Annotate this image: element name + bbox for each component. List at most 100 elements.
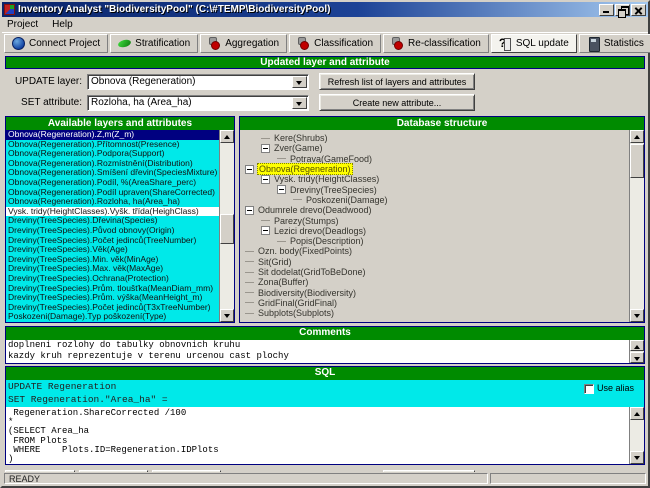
scroll-down-icon[interactable] [630, 352, 644, 363]
close-button[interactable] [631, 4, 646, 16]
collapse-icon[interactable] [245, 206, 254, 215]
layer-list-item[interactable]: Dreviny(TreeSpecies).Dřevina(Species) [6, 216, 219, 226]
comments-textarea[interactable]: doplneni rozlohy do tabulky obnovnich kr… [6, 340, 629, 363]
tree-node[interactable]: Lezici drevo(Deadlogs) [240, 226, 629, 236]
layer-list-item[interactable]: Obnova(Regeneration).Z,m(Z_m) [6, 130, 219, 140]
tree-node[interactable]: Zona(Buffer) [240, 277, 629, 287]
tree-node[interactable]: Poskozeni(Damage) [240, 195, 629, 205]
layers-scrollbar[interactable] [219, 130, 234, 322]
tree-node-label[interactable]: Sit(Grid) [257, 257, 293, 267]
tree-node[interactable]: Zver(Game) [240, 143, 629, 153]
tree-node[interactable]: Sit dodelat(GridToBeDone) [240, 267, 629, 277]
execute-sql-button[interactable]: Execute SQL [383, 470, 475, 473]
layer-list-item[interactable]: Dreviny(TreeSpecies).Ochrana(Protection) [6, 274, 219, 284]
tree-node-label[interactable]: Sit dodelat(GridToBeDone) [257, 267, 367, 277]
tree-node-label[interactable]: Popis(Description) [289, 236, 365, 246]
tab-aggregation[interactable]: Aggregation [200, 34, 287, 53]
tree-node-label[interactable]: Dreviny(TreeSpecies) [289, 185, 378, 195]
tree-node-label[interactable]: Poskozeni(Damage) [305, 195, 389, 205]
tree-node-label[interactable]: Vysk. tridy(HeightClasses) [273, 174, 380, 184]
tree-node[interactable]: Sit(Grid) [240, 257, 629, 267]
tree-node[interactable]: Kere(Shrubs) [240, 133, 629, 143]
tree-node[interactable]: Obnova(Regeneration) [240, 164, 629, 174]
layer-list-item[interactable]: Vysk. tridy(HeightClasses).Vyšk. třída(H… [6, 207, 219, 217]
collapse-icon[interactable] [261, 226, 270, 235]
collapse-icon[interactable] [245, 165, 254, 174]
load-sql-button[interactable]: Load SQL [152, 470, 221, 473]
layer-list-item[interactable]: Obnova(Regeneration).Rozmístnění(Distrib… [6, 159, 219, 169]
scroll-up-icon[interactable] [220, 130, 234, 143]
layer-list-item[interactable]: Obnova(Regeneration).Podíl, %(AreaShare_… [6, 178, 219, 188]
layer-list-item[interactable]: Obnova(Regeneration).Přítomnost(Presence… [6, 140, 219, 150]
layer-list-item[interactable]: Dreviny(TreeSpecies).Věk(Age) [6, 245, 219, 255]
tab-classification[interactable]: Classification [289, 34, 381, 53]
tree-node-label[interactable]: Parezy(Stumps) [273, 216, 340, 226]
layer-list-item[interactable]: Obnova(Regeneration).Smíšení dřevin(Spec… [6, 168, 219, 178]
layer-list-item[interactable]: Dreviny(TreeSpecies).Počet jedinců(TreeN… [6, 236, 219, 246]
scroll-up-icon[interactable] [630, 340, 644, 351]
collapse-icon[interactable] [261, 175, 270, 184]
sql-scrollbar[interactable] [629, 407, 644, 464]
tree-node-label[interactable]: Kere(Shrubs) [273, 133, 329, 143]
tab-statistics[interactable]: Statistics [579, 34, 650, 53]
create-attribute-button[interactable]: Create new attribute... [319, 94, 475, 111]
scroll-down-icon[interactable] [220, 309, 234, 322]
restore-button[interactable] [615, 4, 630, 16]
layer-list-item[interactable]: Dreviny(TreeSpecies).Počet jedinců(T3xTr… [6, 303, 219, 313]
minimize-button[interactable] [599, 4, 614, 16]
scroll-up-icon[interactable] [630, 407, 644, 420]
tree-node[interactable]: Subplots(Subplots) [240, 308, 629, 318]
layer-list-item[interactable]: Obnova(Regeneration).Podíl upraven(Share… [6, 188, 219, 198]
collapse-icon[interactable] [277, 185, 286, 194]
tree-node-label[interactable]: Subplots(Subplots) [257, 308, 335, 318]
comments-scrollbar[interactable] [629, 340, 644, 363]
clear-sql-button[interactable]: Clear SQL [5, 470, 75, 473]
tree-scrollbar[interactable] [629, 130, 644, 322]
chevron-down-icon[interactable] [292, 97, 307, 109]
use-alias-checkbox[interactable] [584, 384, 594, 394]
tree-node-label[interactable]: Odumrele drevo(Deadwood) [257, 205, 373, 215]
save-sql-button[interactable]: Save SQL [79, 470, 148, 473]
scroll-down-icon[interactable] [630, 309, 644, 322]
refresh-layers-button[interactable]: Refresh list of layers and attributes [319, 73, 475, 90]
tab-stratification[interactable]: Stratification [110, 34, 198, 53]
layer-list-item[interactable]: Poskozeni(Damage).Typ poškození(Type) [6, 312, 219, 322]
use-alias-option[interactable]: Use alias [584, 382, 634, 395]
tree-node-label[interactable]: Ozn. body(FixedPoints) [257, 246, 353, 256]
menu-project[interactable]: Project [7, 19, 38, 30]
tree-node[interactable]: Popis(Description) [240, 236, 629, 246]
layer-list-item[interactable]: Dreviny(TreeSpecies).Původ obnovy(Origin… [6, 226, 219, 236]
tree-node-label[interactable]: Zver(Game) [273, 143, 324, 153]
tree-node-label[interactable]: Biodiversity(Biodiversity) [257, 288, 357, 298]
tab-re-classification[interactable]: Re-classification [383, 34, 489, 53]
update-layer-combobox[interactable]: Obnova (Regeneration) [87, 74, 309, 90]
tree-node-label[interactable]: GridFinal(GridFinal) [257, 298, 338, 308]
layer-list-item[interactable]: Dreviny(TreeSpecies).Prům. tloušťka(Mean… [6, 284, 219, 294]
collapse-icon[interactable] [261, 144, 270, 153]
tree-node[interactable]: Parezy(Stumps) [240, 215, 629, 225]
set-attribute-combobox[interactable]: Rozloha, ha (Area_ha) [87, 95, 309, 111]
menu-help[interactable]: Help [52, 19, 73, 30]
layer-list-item[interactable]: Dreviny(TreeSpecies).Prům. výška(MeanHei… [6, 293, 219, 303]
layer-list-item[interactable]: Dreviny(TreeSpecies).Max. věk(MaxAge) [6, 264, 219, 274]
tree-node-label[interactable]: Lezici drevo(Deadlogs) [273, 226, 367, 236]
tab-connect-project[interactable]: Connect Project [4, 34, 108, 53]
tree-node-label[interactable]: Obnova(Regeneration) [257, 163, 353, 175]
tree-node-label[interactable]: Zona(Buffer) [257, 277, 309, 287]
tree-node[interactable]: Vysk. tridy(HeightClasses) [240, 174, 629, 184]
scroll-down-icon[interactable] [630, 451, 644, 464]
tree-node[interactable]: GridFinal(GridFinal) [240, 298, 629, 308]
layer-list-item[interactable]: Obnova(Regeneration).Rozloha, ha(Area_ha… [6, 197, 219, 207]
tree-node[interactable]: Odumrele drevo(Deadwood) [240, 205, 629, 215]
sql-editor[interactable]: Regeneration.ShareCorrected /100 * (SELE… [6, 407, 629, 464]
scroll-thumb[interactable] [220, 214, 234, 244]
tree-node[interactable]: Biodiversity(Biodiversity) [240, 287, 629, 297]
tree-node[interactable]: Dreviny(TreeSpecies) [240, 184, 629, 194]
scroll-up-icon[interactable] [630, 130, 644, 143]
scroll-thumb[interactable] [630, 144, 644, 178]
layer-list-item[interactable]: Obnova(Regeneration).Podpora(Support) [6, 149, 219, 159]
layer-list-item[interactable]: Dreviny(TreeSpecies).Min. věk(MinAge) [6, 255, 219, 265]
tree-node[interactable]: Ozn. body(FixedPoints) [240, 246, 629, 256]
chevron-down-icon[interactable] [292, 76, 307, 88]
tab-sql-update[interactable]: SQL update [491, 34, 577, 53]
